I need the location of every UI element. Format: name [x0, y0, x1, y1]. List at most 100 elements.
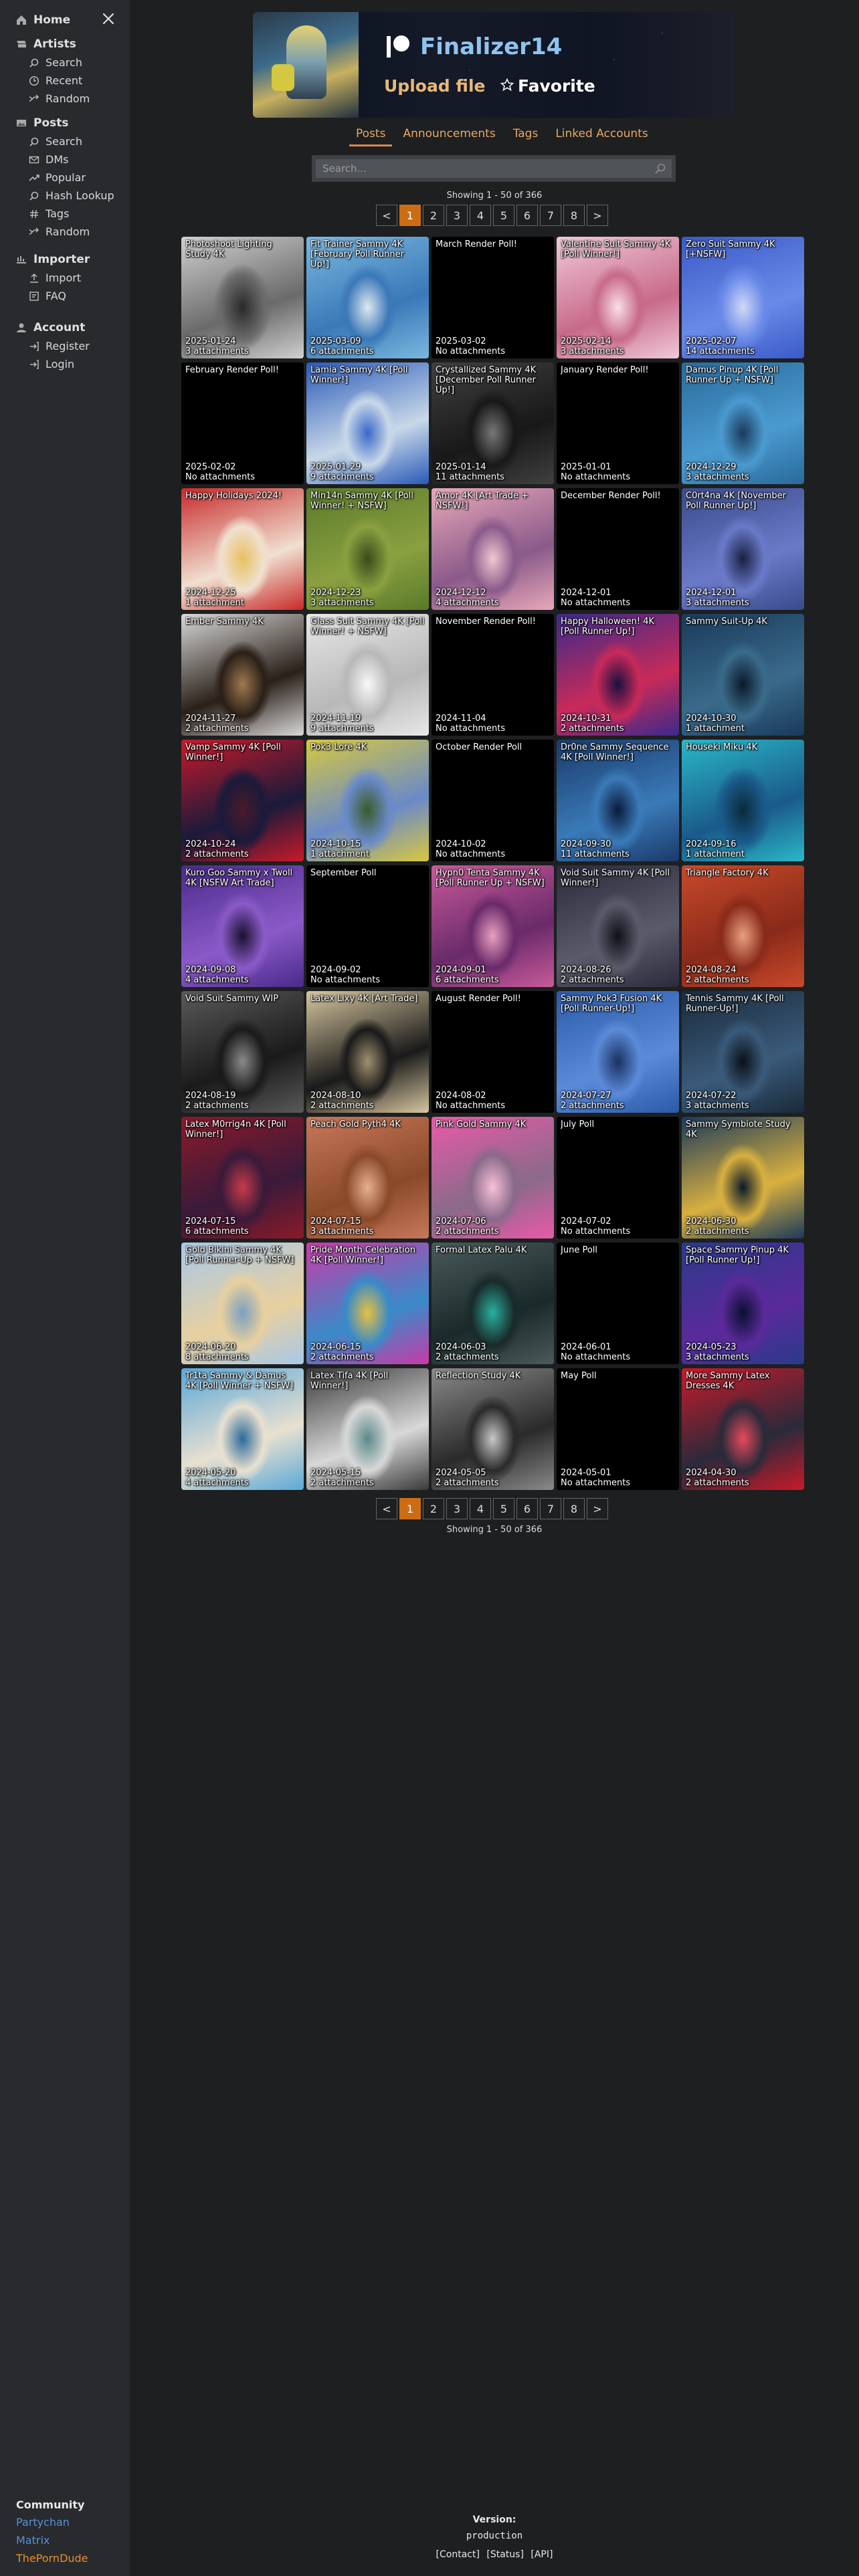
post-card[interactable]: July Poll 2024-07-02 No attachments [557, 1117, 679, 1239]
post-card[interactable]: February Render Poll! 2025-02-02 No attach… [181, 362, 304, 484]
post-card[interactable]: Photoshoot Lighting Study 4K 2025-01-24 3 … [181, 237, 304, 358]
sidebar-item-register[interactable]: Register [0, 337, 130, 355]
post-card[interactable]: May Poll 2024-05-01 No attachments [557, 1368, 679, 1490]
post-card[interactable]: Latex M0rrig4n 4K [Poll Winner!] 2024-07-… [181, 1117, 304, 1239]
post-card[interactable]: Peach Gold Pyth4 4K 2024-07-15 3 attachmen… [306, 1117, 429, 1239]
page-button[interactable]: 6 [516, 1498, 538, 1519]
post-card[interactable]: Formal Latex Palu 4K 2024-06-03 2 attachme… [432, 1243, 554, 1364]
sidebar-item-posts-random[interactable]: Random [0, 223, 130, 241]
post-card[interactable]: Damus Pinup 4K [Poll Runner Up + NSFW] 20… [682, 362, 804, 484]
page-button[interactable]: 7 [540, 205, 561, 226]
post-card[interactable]: Vamp Sammy 4K [Poll Winner!] 2024-10-24 2 … [181, 740, 304, 861]
post-card[interactable]: August Render Poll! 2024-08-02 No attachme… [432, 991, 554, 1113]
post-card[interactable]: Kuro Goo Sammy x Twoll 4K [NSFW Art Trad… [181, 865, 304, 987]
post-card[interactable]: Tr1ta Sammy & Damus 4K [Poll Winner + NS… [181, 1368, 304, 1490]
post-card[interactable]: March Render Poll! 2025-03-02 No attachmen… [432, 237, 554, 358]
post-card[interactable]: Latex Lixy 4K [Art Trade] 2024-08-10 2 att… [306, 991, 429, 1113]
page-prev-button[interactable]: < [376, 205, 397, 226]
artist-avatar[interactable] [253, 12, 359, 118]
post-card[interactable]: Sammy Suit-Up 4K 2024-10-30 1 attachment [682, 614, 804, 736]
page-button[interactable]: 1 [399, 1498, 421, 1519]
post-card[interactable]: Pride Month Celebration 4K [Poll Winner!… [306, 1243, 429, 1364]
post-card[interactable]: Min14n Sammy 4K [Poll Winner! + NSFW] 202… [306, 488, 429, 610]
post-card[interactable]: Sammy Symbiote Study 4K 2024-06-30 2 attac… [682, 1117, 804, 1239]
post-card[interactable]: Gold Bikini Sammy 4K [Poll Runner-Up + N… [181, 1243, 304, 1364]
post-card[interactable]: Tennis Sammy 4K [Poll Runner-Up!] 2024-07… [682, 991, 804, 1113]
community-link-matrix[interactable]: Matrix [16, 2534, 88, 2552]
post-card[interactable]: June Poll 2024-06-01 No attachments [557, 1243, 679, 1364]
post-card[interactable]: October Render Poll 2024-10-02 No attachme… [432, 740, 554, 861]
post-card[interactable]: C0rt4na 4K [November Poll Runner Up!] 202… [682, 488, 804, 610]
post-card[interactable]: Pink Gold Sammy 4K 2024-07-06 2 attachment… [432, 1117, 554, 1239]
page-button[interactable]: 8 [563, 1498, 585, 1519]
community-link-partychan[interactable]: Partychan [16, 2516, 88, 2534]
post-card[interactable]: Ember Sammy 4K 2024-11-27 2 attachments [181, 614, 304, 736]
sidebar-item-posts-dms[interactable]: DMs [0, 150, 130, 169]
sidebar-item-artists-recent[interactable]: Recent [0, 72, 130, 90]
page-next-button[interactable]: > [587, 205, 608, 226]
post-card[interactable]: Lamia Sammy 4K [Poll Winner!] 2025-01-29 9… [306, 362, 429, 484]
page-button[interactable]: 2 [423, 205, 444, 226]
footer-link-contact[interactable]: [Contact] [436, 2549, 480, 2560]
page-button[interactable]: 6 [516, 205, 538, 226]
post-card[interactable]: Glass Suit Sammy 4K [Poll Winner! + NSFW… [306, 614, 429, 736]
search-icon[interactable] [654, 163, 666, 177]
page-button[interactable]: 1 [399, 205, 421, 226]
post-card[interactable]: Triangle Factory 4K 2024-08-24 2 attachmen… [682, 865, 804, 987]
post-card[interactable]: Houseki Miku 4K 2024-09-16 1 attachment [682, 740, 804, 861]
sidebar-item-posts-popular[interactable]: Popular [0, 169, 130, 187]
search-input[interactable] [316, 159, 672, 178]
favorite-button[interactable]: Favorite [500, 76, 595, 96]
post-card[interactable]: Reflection Study 4K 2024-05-05 2 attachmen… [432, 1368, 554, 1490]
patreon-icon[interactable] [384, 32, 412, 60]
sidebar-home[interactable]: Home [0, 11, 130, 29]
upload-file-button[interactable]: Upload file [384, 76, 485, 96]
page-button[interactable]: 8 [563, 205, 585, 226]
page-button[interactable]: 5 [493, 1498, 514, 1519]
page-next-button[interactable]: > [587, 1498, 608, 1519]
post-card[interactable]: Hypn0 Tenta Sammy 4K [Poll Runner Up + N… [432, 865, 554, 987]
sidebar-item-login[interactable]: Login [0, 355, 130, 373]
post-card[interactable]: Pok3 Lore 4K 2024-10-15 1 attachment [306, 740, 429, 861]
sidebar-item-import[interactable]: Import [0, 269, 130, 287]
post-card[interactable]: Valentine Suit Sammy 4K [Poll Winner!] 20… [557, 237, 679, 358]
post-card[interactable]: Zero Suit Sammy 4K [+NSFW] 2025-02-07 14 a… [682, 237, 804, 358]
post-card[interactable]: Happy Holidays 2024! 2024-12-25 1 attachme… [181, 488, 304, 610]
sidebar-item-artists-random[interactable]: Random [0, 90, 130, 108]
sidebar-item-faq[interactable]: FAQ [0, 287, 130, 305]
post-card[interactable]: Latex Tifa 4K [Poll Winner!] 2024-05-15 2 … [306, 1368, 429, 1490]
sidebar-item-artists-search[interactable]: Search [0, 53, 130, 72]
page-button[interactable]: 7 [540, 1498, 561, 1519]
tab-announcements[interactable]: Announcements [396, 127, 502, 146]
post-card[interactable]: December Render Poll! 2024-12-01 No attach… [557, 488, 679, 610]
post-card[interactable]: Happy Halloween! 4K [Poll Runner Up!] 202… [557, 614, 679, 736]
page-button[interactable]: 5 [493, 205, 514, 226]
tab-posts[interactable]: Posts [349, 127, 393, 146]
post-card[interactable]: Space Sammy Pinup 4K [Poll Runner Up!] 20… [682, 1243, 804, 1364]
tab-linked-accounts[interactable]: Linked Accounts [549, 127, 654, 146]
sidebar-item-posts-search[interactable]: Search [0, 132, 130, 150]
community-link-theporndude[interactable]: ThePornDude [16, 2552, 88, 2570]
post-card[interactable]: Fit Trainer Sammy 4K [February Poll Runn… [306, 237, 429, 358]
post-card[interactable]: Void Suit Sammy 4K [Poll Winner!] 2024-08… [557, 865, 679, 987]
post-card[interactable]: January Render Poll! 2025-01-01 No attachm… [557, 362, 679, 484]
post-card[interactable]: Void Suit Sammy WIP 2024-08-19 2 attachmen… [181, 991, 304, 1113]
post-card[interactable]: Sammy Pok3 Fusion 4K [Poll Runner-Up!] 20… [557, 991, 679, 1113]
footer-link-status[interactable]: [Status] [486, 2549, 524, 2560]
post-card[interactable]: November Render Poll! 2024-11-04 No attach… [432, 614, 554, 736]
footer-link-api[interactable]: [API] [531, 2549, 553, 2560]
post-card[interactable]: Crystallized Sammy 4K [December Poll Run… [432, 362, 554, 484]
tab-tags[interactable]: Tags [506, 127, 545, 146]
post-card[interactable]: Dr0ne Sammy Sequence 4K [Poll Winner!] 20… [557, 740, 679, 861]
page-button[interactable]: 4 [470, 205, 491, 226]
sidebar-item-posts-tags[interactable]: Tags [0, 205, 130, 223]
post-card[interactable]: September Poll 2024-09-02 No attachments [306, 865, 429, 987]
post-card[interactable]: Amor 4K [Art Trade + NSFW!] 2024-12-12 4 a… [432, 488, 554, 610]
page-button[interactable]: 3 [446, 1498, 468, 1519]
artist-name[interactable]: Finalizer14 [420, 33, 562, 60]
page-button[interactable]: 2 [423, 1498, 444, 1519]
post-card[interactable]: More Sammy Latex Dresses 4K 2024-04-30 2 a… [682, 1368, 804, 1490]
page-prev-button[interactable]: < [376, 1498, 397, 1519]
page-button[interactable]: 3 [446, 205, 468, 226]
page-button[interactable]: 4 [470, 1498, 491, 1519]
